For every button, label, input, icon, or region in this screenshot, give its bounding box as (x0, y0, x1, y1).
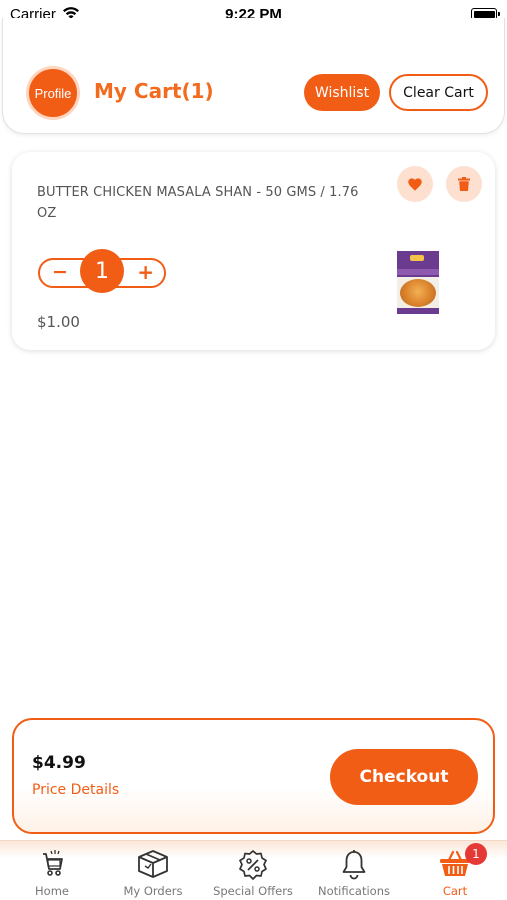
product-image[interactable] (397, 251, 439, 314)
tab-label: Notifications (318, 884, 390, 898)
increase-quantity-button[interactable]: + (137, 260, 154, 284)
tab-special-offers[interactable]: Special Offers (203, 841, 303, 900)
tab-my-orders[interactable]: My Orders (103, 841, 203, 900)
package-icon (138, 850, 168, 878)
price-details-link[interactable]: Price Details (32, 782, 119, 798)
clear-cart-button[interactable]: Clear Cart (389, 74, 488, 111)
cart-item-card: BUTTER CHICKEN MASALA SHAN - 50 GMS / 1.… (12, 152, 495, 350)
remove-item-button[interactable] (446, 166, 482, 202)
tab-label: Cart (442, 884, 468, 898)
decrease-quantity-button[interactable]: − (52, 261, 68, 283)
wishlist-button[interactable]: Wishlist (304, 74, 380, 111)
discount-badge-icon (239, 850, 267, 880)
tab-notifications[interactable]: Notifications (304, 841, 404, 900)
tab-label: Home (35, 884, 69, 898)
trash-icon (458, 177, 470, 191)
tab-cart[interactable]: Cart (405, 841, 505, 900)
product-name: BUTTER CHICKEN MASALA SHAN - 50 GMS / 1.… (37, 185, 359, 221)
total-price: $4.99 (32, 753, 86, 773)
checkout-button[interactable]: Checkout (330, 749, 478, 805)
cart-count-badge: 1 (465, 843, 487, 865)
tab-label: Special Offers (213, 884, 293, 898)
tab-bar: Home My Orders Special Offers Notificati… (0, 840, 507, 900)
quantity-value: 1 (80, 249, 124, 293)
bell-icon (342, 850, 366, 880)
product-price: $1.00 (37, 313, 80, 331)
tab-home[interactable]: Home (2, 841, 102, 900)
profile-button[interactable]: Profile (26, 66, 80, 120)
checkout-panel: $4.99 Price Details Checkout (12, 718, 495, 834)
page-title: My Cart(1) (94, 79, 214, 103)
shopping-cart-icon (43, 850, 63, 876)
add-to-wishlist-button[interactable] (397, 166, 433, 202)
heart-icon (408, 177, 422, 191)
tab-label: My Orders (123, 884, 183, 898)
